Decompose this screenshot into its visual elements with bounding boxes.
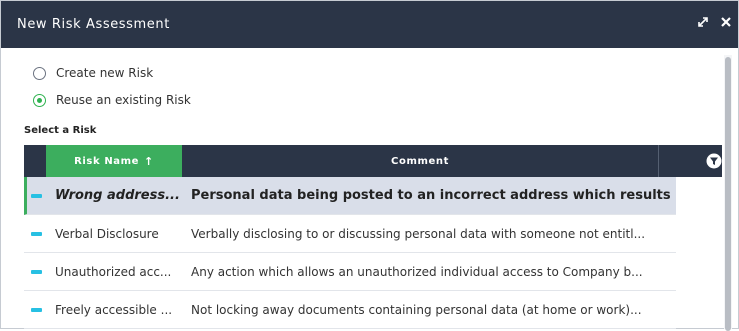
create-new-risk-option[interactable]: Create new Risk [33,66,153,80]
dialog-title: New Risk Assessment [17,17,170,32]
row-marker-icon [31,232,42,236]
reuse-existing-risk-label: Reuse an existing Risk [56,93,191,107]
risk-name-cell: Freely accessible ... [55,303,173,317]
filter-icon[interactable] [706,153,722,169]
column-header-risk-name-label: Risk Name [74,155,140,167]
comment-cell: Not locking away documents containing pe… [191,303,642,317]
expand-icon[interactable] [696,15,710,29]
dialog-titlebar: New Risk Assessment [1,1,738,48]
comment-cell: Personal data being posted to an incorre… [191,188,671,203]
grid-header-marker-column [24,145,46,177]
table-row[interactable]: Verbal Disclosure Verbally disclosing to… [24,215,676,253]
vertical-scrollbar[interactable] [724,55,732,331]
close-icon[interactable] [720,16,732,28]
scrollbar-thumb[interactable] [725,57,731,331]
comment-cell: Verbally disclosing to or discussing per… [191,227,646,241]
grid-header: Risk Name ↑ Comment [24,145,722,177]
risk-name-cell: Verbal Disclosure [55,227,159,241]
row-marker-icon [31,270,42,274]
create-new-risk-label: Create new Risk [56,66,154,80]
risk-name-cell: Wrong address... [55,188,180,203]
risk-grid: Risk Name ↑ Comment Wrong address... Per… [24,145,722,329]
column-header-comment[interactable]: Comment [182,145,659,177]
select-risk-label: Select a Risk [24,125,97,136]
table-row[interactable]: Freely accessible ... Not locking away d… [24,291,676,329]
new-risk-assessment-dialog: New Risk Assessment Create new Risk Reus… [0,0,739,331]
radio-reuse-existing[interactable] [33,93,46,107]
dialog-content: Create new Risk Reuse an existing Risk S… [1,49,738,331]
risk-name-cell: Unauthorized acc... [55,265,172,279]
sort-ascending-icon: ↑ [144,154,154,168]
row-marker-icon [31,308,42,312]
column-header-risk-name[interactable]: Risk Name ↑ [46,145,182,177]
reuse-existing-risk-option[interactable]: Reuse an existing Risk [33,93,191,107]
titlebar-controls [696,15,732,29]
table-row[interactable]: Unauthorized acc... Any action which all… [24,253,676,291]
comment-cell: Any action which allows an unauthorized … [191,265,643,279]
column-header-comment-label: Comment [391,155,449,167]
row-marker-icon [31,194,42,198]
table-row[interactable]: Wrong address... Personal data being pos… [24,177,676,215]
radio-create-new[interactable] [33,66,46,80]
